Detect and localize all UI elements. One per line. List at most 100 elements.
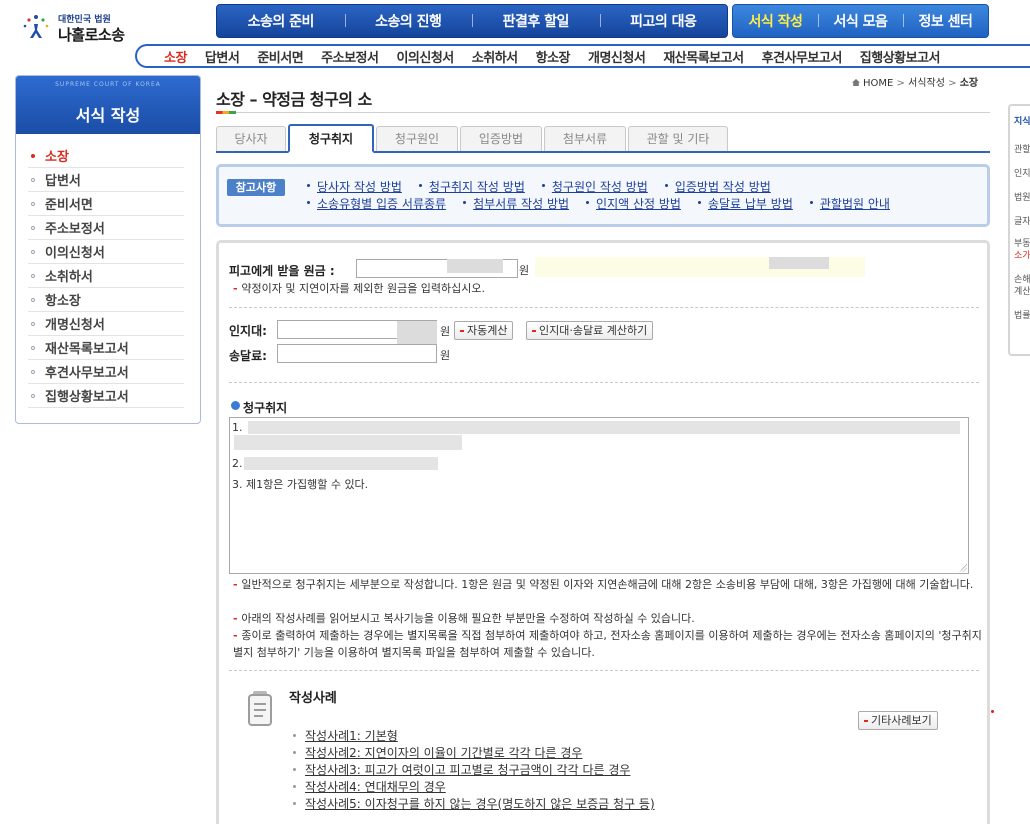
example-link-2[interactable]: 작성사례2: 지연이자의 이율이 기간별로 각각 다른 경우 <box>291 744 655 761</box>
subnav-objection[interactable]: 이의신청서 <box>387 47 462 66</box>
tab-jurisdiction[interactable]: 관할 및 기타 <box>628 126 728 151</box>
sidebar-item-address-correction[interactable]: 주소보정서 <box>28 216 184 240</box>
tab-evidence[interactable]: 입증방법 <box>460 126 542 151</box>
delivery-input[interactable] <box>277 344 437 363</box>
claim-section-title: 청구취지 <box>231 399 287 416</box>
right-panel-item[interactable]: 법률 <box>1014 308 1030 321</box>
ref-link-attachments[interactable]: 첨부서류 작성 방법 <box>463 195 569 212</box>
claim-hint-2: - 아래의 작성사례를 읽어보시고 복사기능을 이용해 필요한 부분만을 수정하… <box>233 610 983 627</box>
ref-link-cause[interactable]: 청구원인 작성 방법 <box>541 178 648 195</box>
subnav-answer[interactable]: 답변서 <box>196 47 248 66</box>
tab-claim-cause[interactable]: 청구원인 <box>376 126 458 151</box>
reference-box: 참고사항 당사자 작성 방법 청구취지 작성 방법 청구원인 작성 방법 입증방… <box>216 164 990 227</box>
sidebar-item-label: 소취하서 <box>45 270 93 285</box>
redacted-text <box>248 421 960 434</box>
bullet-icon <box>31 249 35 254</box>
form-tabs: 당사자 청구취지 청구원인 입증방법 첨부서류 관할 및 기타 <box>216 124 990 153</box>
subnav-address-correction[interactable]: 주소보정서 <box>312 47 387 66</box>
ref-link-court-guide[interactable]: 관할법원 안내 <box>809 195 890 212</box>
example-link-4[interactable]: 작성사례4: 연대채무의 경우 <box>291 778 655 795</box>
sidebar-item-appeal[interactable]: 항소장 <box>28 288 184 312</box>
right-panel-item[interactable]: 소가 <box>1014 248 1030 261</box>
breadcrumb: HOME > 서식작성 > 소장 <box>852 74 978 89</box>
tab-parties[interactable]: 당사자 <box>216 126 286 151</box>
sidebar-item-answer[interactable]: 답변서 <box>28 168 184 192</box>
example-link-5[interactable]: 작성사례5: 이자청구를 하지 않는 경우(명도하지 않은 보증금 청구 등) <box>291 795 655 812</box>
site-logo[interactable]: 대한민국 법원 나홀로소송 <box>18 10 138 46</box>
left-sidebar: SUPREME COURT OF KOREA 서식 작성 소장 답변서 준비서면… <box>15 75 201 424</box>
sidebar-item-name-change[interactable]: 개명신청서 <box>28 312 184 336</box>
ref-link-evidence-types[interactable]: 소송유형별 입증 서류종류 <box>307 195 446 212</box>
tab-claim-purport[interactable]: 청구취지 <box>288 124 374 153</box>
example-link-3[interactable]: 작성사례3: 피고가 여럿이고 피고별로 청구금액이 각각 다른 경우 <box>291 761 655 778</box>
redacted-value <box>769 257 829 269</box>
logo-name: 나홀로소송 <box>58 26 125 44</box>
ref-link-stamp-fee[interactable]: 인지액 산정 방법 <box>586 195 681 212</box>
bullet-icon <box>31 345 35 350</box>
nav-form-writing[interactable]: 서식 작성 <box>733 11 818 31</box>
ref-link-delivery-fee[interactable]: 송달료 납부 방법 <box>697 195 793 212</box>
claim-textarea[interactable]: 1. 2. 3. 제1항은 가집행할 수 있다. <box>229 417 969 574</box>
sidebar-item-label: 답변서 <box>45 174 81 189</box>
right-panel-item[interactable]: 인지 <box>1014 166 1030 179</box>
claim-hint-text: 종이로 출력하여 제출하는 경우에는 별지목록을 직접 첨부하여 제출하여야 하… <box>233 629 982 659</box>
sidebar-item-label: 이의신청서 <box>45 246 105 261</box>
right-panel-item[interactable]: 글자 <box>1014 214 1030 227</box>
main-nav: 소송의 준비 소송의 진행 판결후 할일 피고의 대응 <box>216 4 728 38</box>
nav-info-center[interactable]: 정보 센터 <box>903 11 988 31</box>
reference-row: 당사자 작성 방법 청구취지 작성 방법 청구원인 작성 방법 입증방법 작성 … <box>307 178 788 195</box>
dashed-divider <box>229 307 979 308</box>
nav-form-collection[interactable]: 서식 모음 <box>818 11 903 31</box>
resize-handle-icon[interactable] <box>959 564 967 572</box>
auto-calc-button[interactable]: 자동계산 <box>454 321 514 340</box>
principal-label: 피고에게 받을 원금 : <box>229 264 335 278</box>
ref-link-evidence[interactable]: 입증방법 작성 방법 <box>664 178 771 195</box>
ref-link-purport[interactable]: 청구취지 작성 방법 <box>418 178 525 195</box>
subnav-execution-report[interactable]: 집행상황보고서 <box>851 47 949 66</box>
nav-proceed[interactable]: 소송의 진행 <box>344 11 473 31</box>
bullet-icon <box>31 177 35 182</box>
sidebar-item-label: 후견사무보고서 <box>45 366 129 381</box>
stamp-label: 인지대: <box>229 324 267 338</box>
principal-unit: 원 <box>519 264 530 277</box>
subnav-appeal[interactable]: 항소장 <box>527 47 579 66</box>
court-emblem-icon <box>23 15 49 38</box>
nav-prepare[interactable]: 소송의 준비 <box>217 11 345 31</box>
subnav-brief[interactable]: 준비서면 <box>248 47 312 66</box>
sidebar-item-complaint[interactable]: 소장 <box>28 144 184 168</box>
examples-list: 작성사례1: 기본형 작성사례2: 지연이자의 이율이 기간별로 각각 다른 경… <box>291 727 655 812</box>
subnav-name-change[interactable]: 개명신청서 <box>579 47 654 66</box>
sidebar-item-brief[interactable]: 준비서면 <box>28 192 184 216</box>
other-examples-button[interactable]: 기타사례보기 <box>858 711 938 730</box>
bullet-icon <box>31 297 35 302</box>
right-panel-item[interactable]: 계산 <box>1014 284 1030 297</box>
sidebar-item-property-report[interactable]: 재산목록보고서 <box>28 336 184 360</box>
sidebar-item-label: 개명신청서 <box>45 318 105 333</box>
sidebar-item-withdrawal[interactable]: 소취하서 <box>28 264 184 288</box>
bullet-icon <box>31 201 35 206</box>
breadcrumb-home[interactable]: HOME <box>863 78 893 89</box>
ref-link-parties[interactable]: 당사자 작성 방법 <box>307 178 402 195</box>
breadcrumb-level1[interactable]: 서식작성 <box>908 78 945 89</box>
redacted-text <box>234 435 462 450</box>
right-panel-item[interactable]: 지식 <box>1014 114 1030 127</box>
title-divider <box>216 112 990 113</box>
subnav-complaint[interactable]: 소장 <box>155 47 196 66</box>
principal-hint-text: 약정이자 및 지연이자를 제외한 원금을 입력하십시오. <box>241 282 486 295</box>
subnav-guardian-report[interactable]: 후견사무보고서 <box>753 47 851 66</box>
right-panel-item[interactable]: 법원 <box>1014 190 1030 203</box>
sidebar-menu: 소장 답변서 준비서면 주소보정서 이의신청서 소취하서 항소장 개명신청서 재… <box>28 144 200 408</box>
sidebar-item-guardian-report[interactable]: 후견사무보고서 <box>28 360 184 384</box>
subnav-withdrawal[interactable]: 소취하서 <box>463 47 527 66</box>
nav-defendant[interactable]: 피고의 대응 <box>599 11 728 31</box>
sidebar-item-objection[interactable]: 이의신청서 <box>28 240 184 264</box>
tab-attachments[interactable]: 첨부서류 <box>544 126 626 151</box>
sidebar-item-label: 재산목록보고서 <box>45 342 129 357</box>
right-panel-item[interactable]: 관할 <box>1014 142 1030 155</box>
subnav-property-report[interactable]: 재산목록보고서 <box>654 47 752 66</box>
page-title: 소장 – 약정금 청구의 소 <box>216 90 372 109</box>
nav-after-judgment[interactable]: 판결후 할일 <box>472 11 600 31</box>
example-link-1[interactable]: 작성사례1: 기본형 <box>291 727 655 744</box>
sidebar-item-execution-report[interactable]: 집행상황보고서 <box>28 384 184 408</box>
fee-calc-button[interactable]: 인지대·송달료 계산하기 <box>526 321 654 340</box>
